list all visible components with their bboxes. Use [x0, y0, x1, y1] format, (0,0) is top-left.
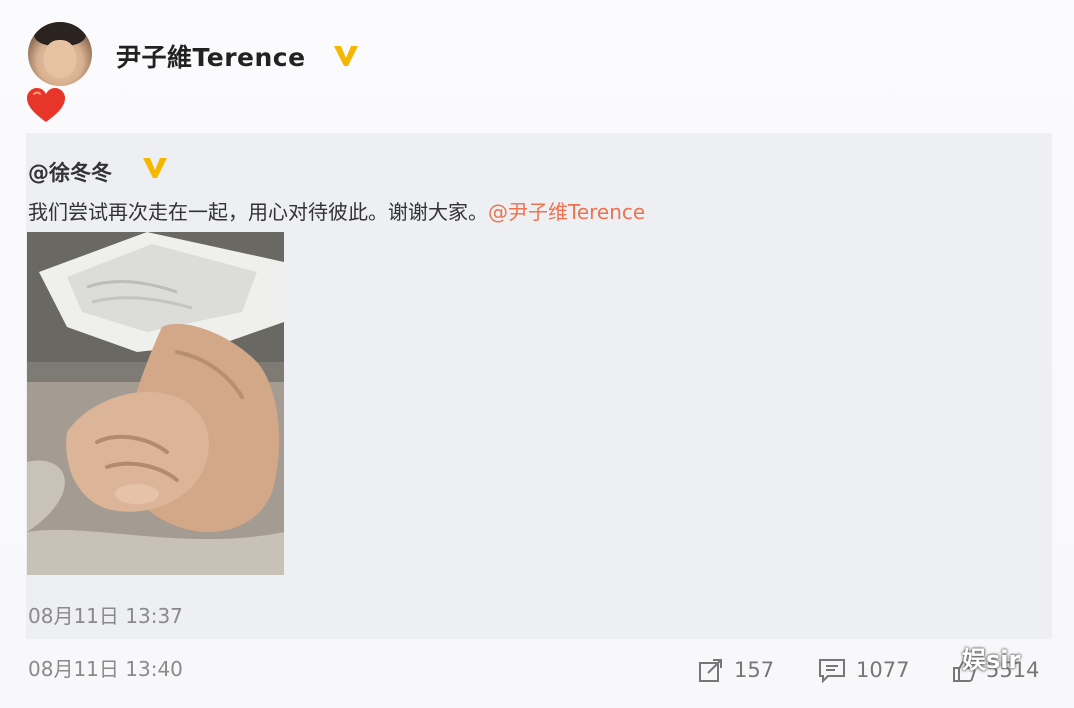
repost-verified-badge-icon [143, 158, 167, 178]
comment-button[interactable]: 1077 [818, 656, 909, 684]
repost-text-body: 我们尝试再次走在一起，用心对待彼此。谢谢大家。 [28, 200, 488, 224]
repost-photo[interactable] [27, 232, 284, 575]
holding-hands-photo-icon [27, 232, 284, 575]
heart-emoji-icon [27, 88, 65, 122]
comment-icon [819, 659, 845, 683]
repost-author-handle[interactable]: @徐冬冬 [28, 157, 112, 187]
repost-text: 我们尝试再次走在一起，用心对待彼此。谢谢大家。@尹子维Terence [28, 196, 645, 225]
watermark-text: 娱sir [962, 646, 1021, 674]
author-avatar[interactable] [28, 22, 92, 86]
comment-count: 1077 [856, 658, 910, 682]
repost-timestamp: 08月11日 13:37 [28, 604, 183, 628]
share-button[interactable]: 157 [698, 656, 774, 684]
verified-badge-icon [334, 46, 358, 66]
share-icon [699, 659, 722, 682]
author-name[interactable]: 尹子維Terence [116, 38, 306, 74]
post-timestamp: 08月11日 13:40 [28, 657, 183, 681]
repost-mention-link[interactable]: @尹子维Terence [488, 200, 645, 224]
share-count: 157 [734, 658, 775, 682]
